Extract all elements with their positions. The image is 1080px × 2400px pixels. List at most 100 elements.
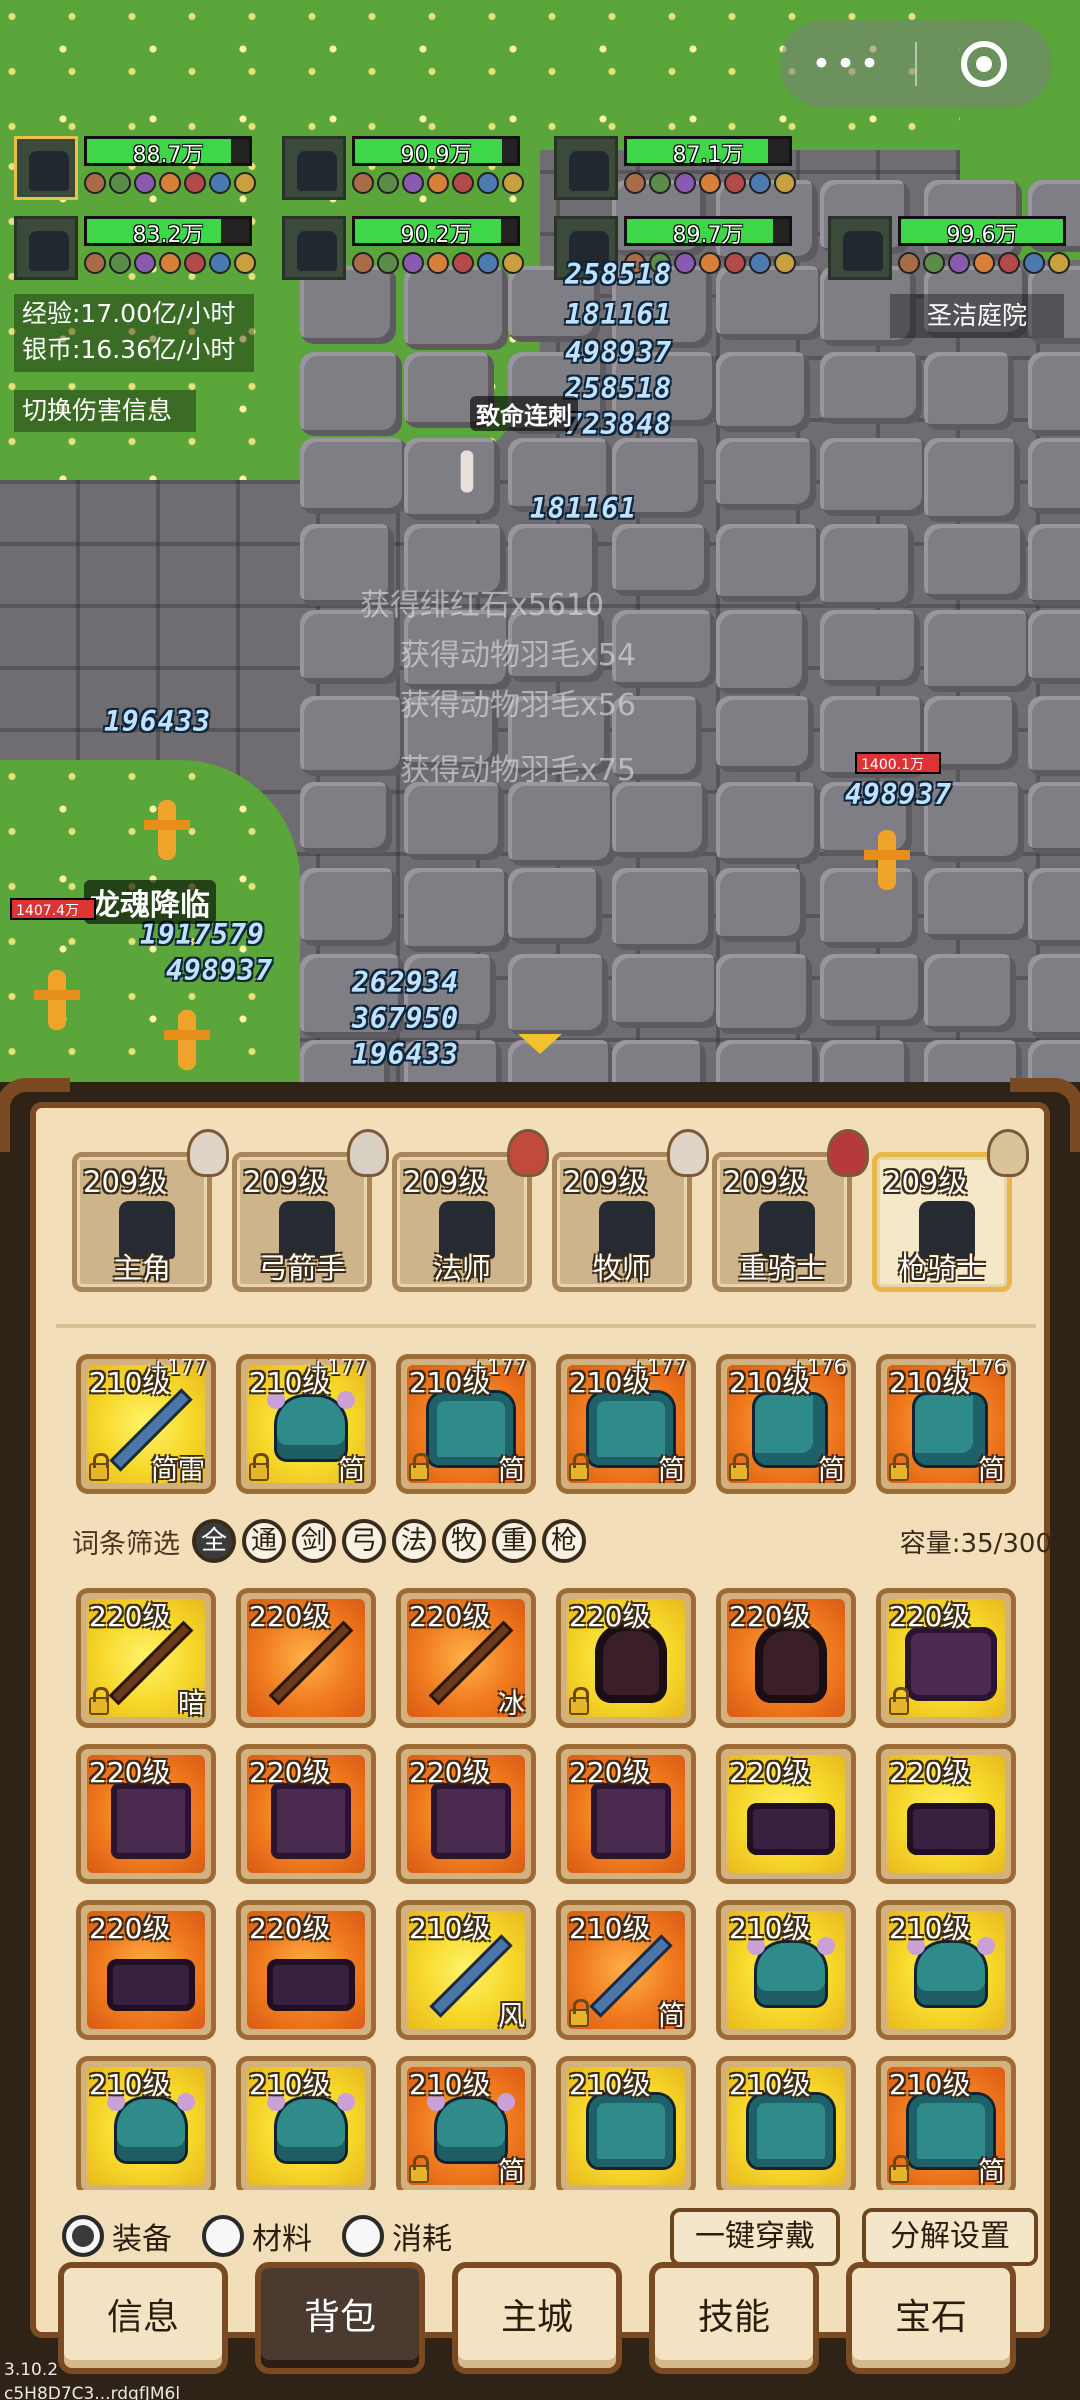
hero-status[interactable]: 88.7万 xyxy=(14,132,264,210)
item-slot[interactable]: 210级 xyxy=(876,1900,1016,2040)
filter-chip[interactable]: 弓 xyxy=(342,1519,386,1563)
stone-tile xyxy=(924,438,1020,522)
tab-material[interactable]: 材料 xyxy=(202,2214,312,2258)
stone-tile xyxy=(404,782,504,860)
nav-info[interactable]: 信息 xyxy=(58,2262,228,2374)
character-card[interactable]: 209级 重骑士 xyxy=(712,1129,869,1292)
character-card[interactable]: 209级 主角 xyxy=(72,1129,229,1292)
hero-avatar-icon xyxy=(29,151,69,191)
item-enhance: +176 xyxy=(789,1355,847,1379)
hero-status[interactable]: 99.6万 xyxy=(828,212,1078,290)
buff-icon xyxy=(923,252,945,274)
hp-value: 83.2万 xyxy=(132,223,204,248)
item-level: 220级 xyxy=(89,1912,171,1945)
hero-status[interactable]: 90.2万 xyxy=(282,212,532,290)
character-name: 枪骑士 xyxy=(898,1251,986,1285)
lock-icon xyxy=(889,1453,909,1481)
item-slot[interactable]: 210级 +177 简雷 xyxy=(76,1354,216,1494)
hero-avatar-icon xyxy=(297,151,337,191)
filter-chip[interactable]: 重 xyxy=(492,1519,536,1563)
decompose-settings-button[interactable]: 分解设置 xyxy=(862,2208,1038,2266)
mask-icon xyxy=(987,1129,1029,1177)
character-level: 209级 xyxy=(403,1165,488,1199)
character-level: 209级 xyxy=(723,1165,808,1199)
damage-number: 367950 xyxy=(352,1002,460,1035)
item-slot[interactable]: 220级 xyxy=(236,1900,376,2040)
more-button[interactable]: ••• xyxy=(780,44,915,84)
character-level: 209级 xyxy=(83,1165,168,1199)
stone-tile xyxy=(300,352,402,436)
character-card[interactable]: 209级 枪骑士 xyxy=(872,1129,1029,1292)
stone-tile xyxy=(716,524,822,602)
item-slot[interactable]: 220级 xyxy=(556,1744,696,1884)
item-slot[interactable]: 210级 xyxy=(236,2056,376,2190)
tab-equipment[interactable]: 装备 xyxy=(62,2214,172,2258)
filter-chip[interactable]: 枪 xyxy=(542,1519,586,1563)
nav-city[interactable]: 主城 xyxy=(452,2262,622,2374)
item-level: 210级 xyxy=(569,1912,651,1945)
item-slot[interactable]: 220级 xyxy=(876,1588,1016,1728)
mask-icon xyxy=(667,1129,709,1177)
item-slot[interactable]: 220级 xyxy=(76,1744,216,1884)
nav-gem[interactable]: 宝石 xyxy=(846,2262,1016,2374)
hero-status[interactable]: 83.2万 xyxy=(14,212,264,290)
filter-chip[interactable]: 牧 xyxy=(442,1519,486,1563)
mask-icon xyxy=(187,1129,229,1177)
collapse-arrow-icon[interactable] xyxy=(518,1034,562,1054)
item-slot[interactable]: 210级简 xyxy=(396,2056,536,2190)
buff-icon xyxy=(724,252,746,274)
item-slot[interactable]: 220级 xyxy=(716,1744,856,1884)
item-slot[interactable]: 210级 xyxy=(76,2056,216,2190)
silver-rate: 银币:16.36亿/小时 xyxy=(22,335,236,364)
buff-icon xyxy=(427,252,449,274)
item-slot[interactable]: 220级暗 xyxy=(76,1588,216,1728)
item-slot[interactable]: 210级 +176 简 xyxy=(876,1354,1016,1494)
item-slot[interactable]: 220级 xyxy=(76,1900,216,2040)
item-slot[interactable]: 210级 xyxy=(716,1900,856,2040)
item-slot[interactable]: 210级 +177 简 xyxy=(236,1354,376,1494)
item-slot[interactable]: 210级 xyxy=(556,2056,696,2190)
buff-icon xyxy=(209,172,231,194)
filter-chip[interactable]: 剑 xyxy=(292,1519,336,1563)
filter-chip[interactable]: 法 xyxy=(392,1519,436,1563)
item-slot[interactable]: 220级 xyxy=(236,1744,376,1884)
buff-list xyxy=(898,252,1070,274)
equip-all-button[interactable]: 一键穿戴 xyxy=(670,2208,840,2266)
hero-status[interactable]: 90.9万 xyxy=(282,132,532,210)
filter-chip[interactable]: 全 xyxy=(192,1519,236,1563)
item-slot[interactable]: 220级冰 xyxy=(396,1588,536,1728)
character-card[interactable]: 209级 法师 xyxy=(392,1129,549,1292)
buff-icon xyxy=(402,252,424,274)
item-slot[interactable]: 210级 xyxy=(716,2056,856,2190)
buff-icon xyxy=(774,172,796,194)
item-slot[interactable]: 220级 xyxy=(396,1744,536,1884)
radio-icon xyxy=(62,2215,104,2257)
tab-consumable[interactable]: 消耗 xyxy=(342,2214,452,2258)
character-row: 209级 主角 209级 弓箭手 209级 法师 209级 牧师 209级 重骑士 209级 枪骑士 xyxy=(56,1129,1036,1328)
item-slot[interactable]: 220级 xyxy=(876,1744,1016,1884)
toggle-damage-button[interactable]: 切换伤害信息 xyxy=(14,390,196,432)
nav-bag[interactable]: 背包 xyxy=(255,2262,425,2374)
damage-number: 498937 xyxy=(166,954,274,987)
damage-number: 181161 xyxy=(530,492,638,525)
character-card[interactable]: 209级 牧师 xyxy=(552,1129,709,1292)
filter-chip[interactable]: 通 xyxy=(242,1519,286,1563)
character-card[interactable]: 209级 弓箭手 xyxy=(232,1129,389,1292)
nav-skill[interactable]: 技能 xyxy=(649,2262,819,2374)
hero-status[interactable]: 87.1万 xyxy=(554,132,804,210)
item-slot[interactable]: 210级风 xyxy=(396,1900,536,2040)
item-slot[interactable]: 210级 +177 简 xyxy=(396,1354,536,1494)
item-slot[interactable]: 210级简 xyxy=(876,2056,1016,2190)
item-slot[interactable]: 210级 +177 简 xyxy=(556,1354,696,1494)
buff-icon xyxy=(184,172,206,194)
stone-tile xyxy=(820,524,914,608)
item-slot[interactable]: 210级简 xyxy=(556,1900,696,2040)
item-slot[interactable]: 220级 xyxy=(556,1588,696,1728)
item-slot[interactable]: 220级 xyxy=(716,1588,856,1728)
lock-icon xyxy=(409,2155,429,2183)
stone-tile xyxy=(300,696,406,776)
helm-icon xyxy=(267,2093,355,2161)
item-slot[interactable]: 220级 xyxy=(236,1588,376,1728)
item-slot[interactable]: 210级 +176 简 xyxy=(716,1354,856,1494)
record-button[interactable] xyxy=(917,41,1052,87)
